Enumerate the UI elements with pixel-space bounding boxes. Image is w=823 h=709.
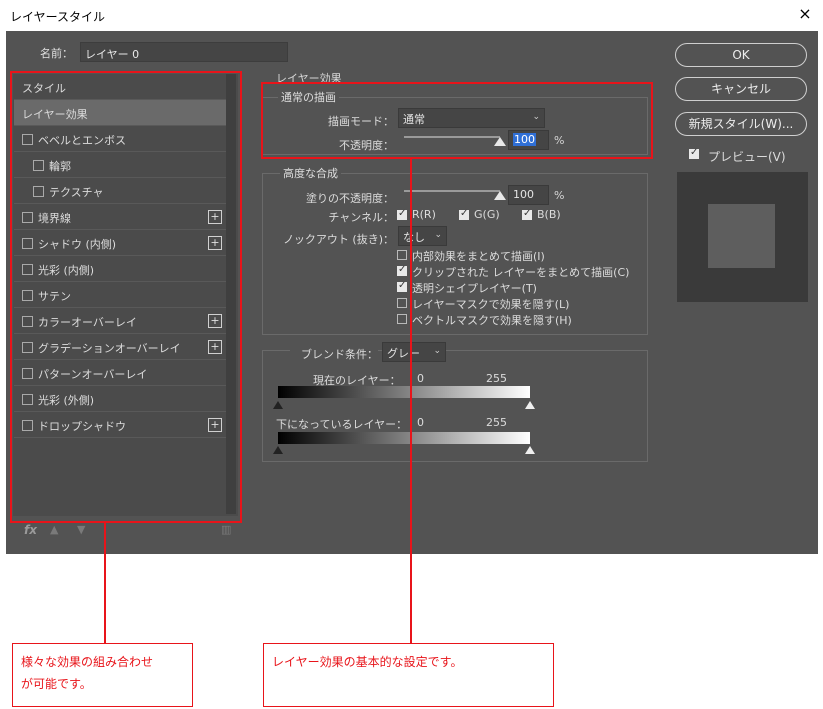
blend-if-value: グレー	[387, 347, 420, 360]
name-field[interactable]: レイヤー 0	[80, 42, 288, 62]
blend-if-label: ブレンド条件：	[290, 346, 378, 362]
knockout-value: なし	[403, 231, 425, 244]
channel-g-checkbox[interactable]	[459, 208, 469, 220]
knockout-label: ノックアウト (抜き)：	[283, 233, 394, 246]
annotation-note-right: レイヤー効果の基本的な設定です。	[263, 643, 554, 707]
channel-r-label: R(R)	[412, 208, 436, 221]
current-layer-gradient	[278, 386, 530, 398]
advanced-option-label: 内部効果をまとめて描画(I)	[412, 250, 545, 263]
name-label: 名前：	[40, 47, 73, 60]
fill-opacity-unit: %	[554, 189, 565, 202]
fx-icon[interactable]: fx	[24, 523, 37, 537]
ok-button[interactable]: OK	[675, 43, 807, 67]
title-bar	[0, 0, 823, 30]
current-layer-black-slider[interactable]	[273, 401, 283, 409]
knockout-dropdown[interactable]: なし ⌄	[398, 226, 447, 246]
channel-b-checkbox[interactable]	[522, 208, 532, 220]
style-preview-swatch	[708, 204, 775, 268]
advanced-option-checkbox[interactable]	[397, 280, 407, 292]
preview-label: プレビュー(V)	[708, 150, 786, 164]
advanced-option-label: ベクトルマスクで効果を隠す(H)	[412, 314, 572, 327]
advanced-option-label: クリップされた レイヤーをまとめて描画(C)	[412, 266, 630, 279]
window-title: レイヤースタイル	[10, 10, 106, 24]
advanced-option-label: レイヤーマスクで効果を隠す(L)	[412, 298, 570, 311]
advanced-option-checkbox[interactable]	[397, 314, 407, 324]
fill-opacity-slider-thumb[interactable]	[494, 191, 506, 200]
blend-if-section	[262, 350, 648, 462]
fill-opacity-input[interactable]: 100	[508, 185, 549, 205]
underlying-layer-black-slider[interactable]	[273, 446, 283, 454]
cancel-button[interactable]: キャンセル	[675, 77, 807, 101]
advanced-section-title: 高度な合成	[280, 165, 341, 181]
advanced-option-checkbox[interactable]	[397, 264, 407, 276]
annotation-line-left	[104, 523, 106, 643]
annotation-note-right-text: レイヤー効果の基本的な設定です。	[272, 655, 463, 669]
fill-opacity-label: 塗りの不透明度：	[306, 192, 394, 205]
channel-b-label: B(B)	[537, 208, 561, 221]
new-style-button[interactable]: 新規スタイル(W)...	[675, 112, 807, 136]
blend-if-dropdown[interactable]: グレー ⌄	[382, 342, 446, 362]
current-layer-white-slider[interactable]	[525, 401, 535, 409]
advanced-option-label: 透明シェイプレイヤー(T)	[412, 282, 537, 295]
current-layer-high: 255	[486, 372, 507, 385]
move-down-icon[interactable]: ▼	[77, 523, 85, 536]
channel-r-checkbox[interactable]	[397, 208, 407, 220]
underlying-layer-high: 255	[486, 416, 507, 429]
advanced-option-checkbox[interactable]	[397, 250, 407, 260]
current-layer-low: 0	[417, 372, 424, 385]
underlying-layer-gradient	[278, 432, 530, 444]
annotation-note-left: 様々な効果の組み合わせ が可能です。	[12, 643, 193, 707]
chevron-down-icon: ⌄	[434, 230, 442, 240]
annotation-line-right	[410, 159, 412, 643]
underlying-layer-label: 下になっているレイヤー：	[276, 418, 408, 431]
fill-opacity-slider[interactable]	[404, 190, 500, 192]
trash-icon[interactable]: ▥	[221, 523, 231, 536]
underlying-layer-white-slider[interactable]	[525, 446, 535, 454]
annotation-note-left-line1: 様々な効果の組み合わせ	[21, 655, 154, 669]
channel-g-label: G(G)	[474, 208, 500, 221]
channels-label: チャンネル：	[328, 211, 394, 224]
advanced-option-checkbox[interactable]	[397, 298, 407, 308]
move-up-icon[interactable]: ▲	[50, 523, 58, 536]
annotation-note-left-line2: が可能です。	[21, 677, 92, 691]
underlying-layer-low: 0	[417, 416, 424, 429]
chevron-down-icon: ⌄	[433, 346, 441, 356]
annotation-highlight-list	[10, 71, 242, 523]
preview-checkbox[interactable]	[689, 147, 699, 159]
annotation-highlight-normal	[261, 82, 653, 159]
close-icon[interactable]: ×	[796, 5, 814, 23]
